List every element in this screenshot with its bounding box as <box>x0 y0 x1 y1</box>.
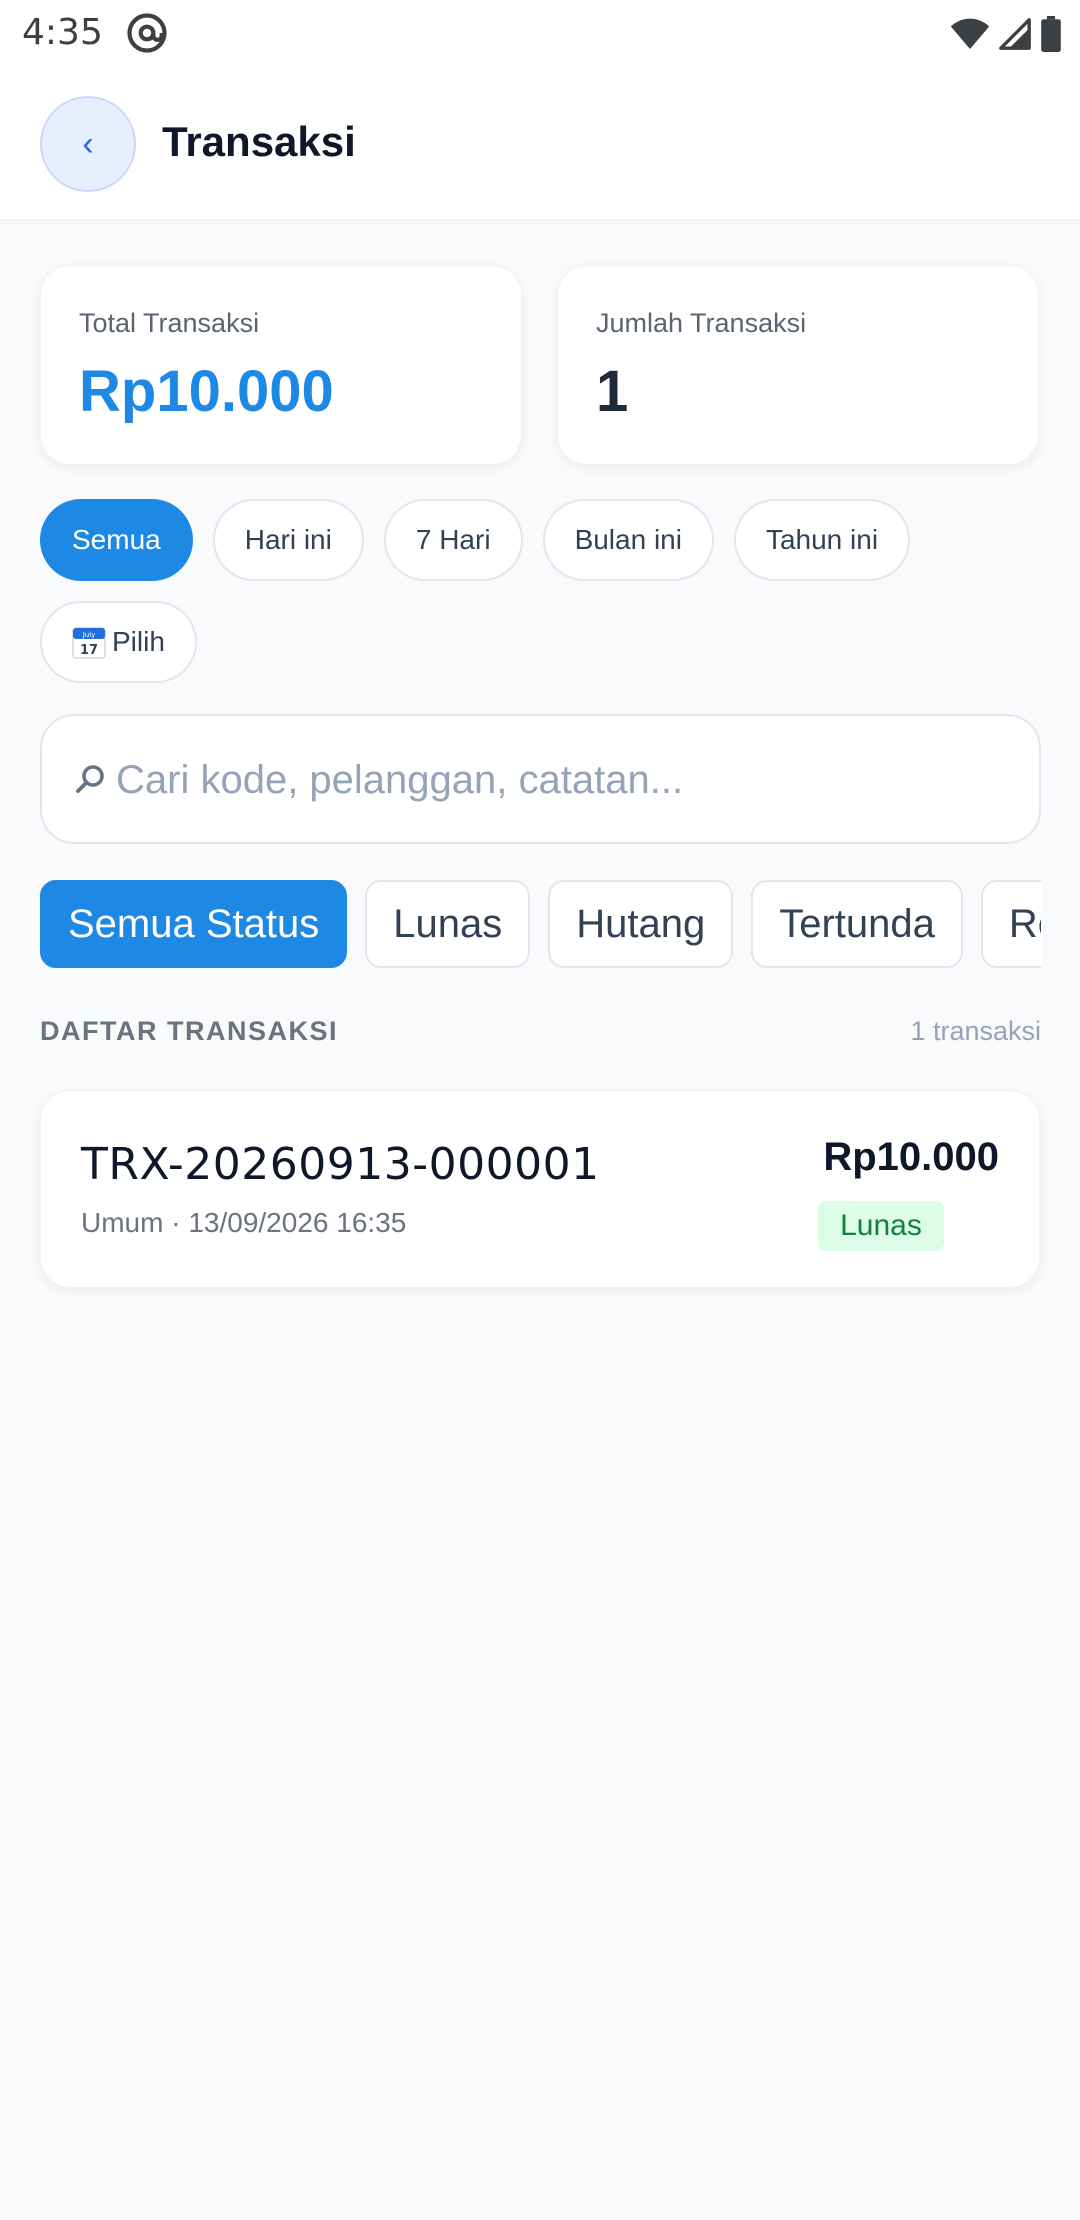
status-chip-all[interactable]: Semua Status <box>40 880 348 968</box>
total-transaction-card: Total Transaksi Rp10.000 <box>40 265 522 465</box>
status-chip-paid[interactable]: Lunas <box>365 880 531 968</box>
calendar-month-text: July <box>82 631 96 639</box>
transaction-count-value: 1 <box>596 359 629 424</box>
transaction-list-heading: DAFTAR TRANSAKSI <box>40 1016 338 1046</box>
filter-chip-all[interactable]: Semua <box>40 499 193 581</box>
total-transaction-label: Total Transaksi <box>79 308 260 338</box>
at-sign-icon <box>127 13 167 53</box>
date-filter-row: Semua Hari ini 7 Hari Bulan ini Tahun in… <box>40 499 911 581</box>
calendar-day-text: 17 <box>80 643 98 658</box>
status-time: 4:35 <box>22 12 103 53</box>
calendar-icon: July 17 <box>72 627 106 659</box>
date-picker-chip[interactable]: July 17 Pilih <box>40 601 197 683</box>
status-icons <box>950 14 1062 54</box>
total-transaction-value: Rp10.000 <box>79 359 334 424</box>
status-bar: 4:35 <box>0 0 1080 66</box>
page-title: Transaksi <box>162 118 356 165</box>
chevron-left-icon: ‹ <box>82 124 94 163</box>
search-box <box>40 714 1041 844</box>
status-chip-pending[interactable]: Tertunda <box>751 880 963 968</box>
back-button[interactable]: ‹ <box>40 96 136 192</box>
battery-icon <box>1041 16 1061 52</box>
app-header: ‹ Transaksi <box>0 66 1080 220</box>
signal-icon <box>999 18 1031 50</box>
filter-chip-today[interactable]: Hari ini <box>212 499 364 581</box>
wifi-icon <box>950 18 990 49</box>
transaction-amount: Rp10.000 <box>823 1135 999 1179</box>
transaction-count-card: Jumlah Transaksi 1 <box>557 265 1039 465</box>
date-picker-row: July 17 Pilih <box>40 601 197 683</box>
search-icon <box>76 765 104 793</box>
transaction-card[interactable]: TRX-20260913-000001 Umum · 13/09/2026 16… <box>40 1090 1040 1288</box>
transaction-list-count: 1 transaksi <box>910 1016 1041 1046</box>
status-chip-debt[interactable]: Hutang <box>548 880 734 968</box>
filter-chip-7-days[interactable]: 7 Hari <box>383 499 523 581</box>
date-picker-label: Pilih <box>112 626 165 657</box>
status-filter-row: Semua Status Lunas Hutang Tertunda Refun… <box>40 880 1041 968</box>
search-input[interactable] <box>116 746 996 814</box>
transaction-count-label: Jumlah Transaksi <box>596 308 807 338</box>
transaction-meta: Umum · 13/09/2026 16:35 <box>81 1207 407 1238</box>
transaction-code: TRX-20260913-000001 <box>81 1139 600 1190</box>
filter-chip-this-year[interactable]: Tahun ini <box>733 499 911 581</box>
status-badge: Lunas <box>818 1201 944 1251</box>
status-chip-refund[interactable]: Refund <box>980 880 1041 968</box>
filter-chip-this-month[interactable]: Bulan ini <box>542 499 714 581</box>
